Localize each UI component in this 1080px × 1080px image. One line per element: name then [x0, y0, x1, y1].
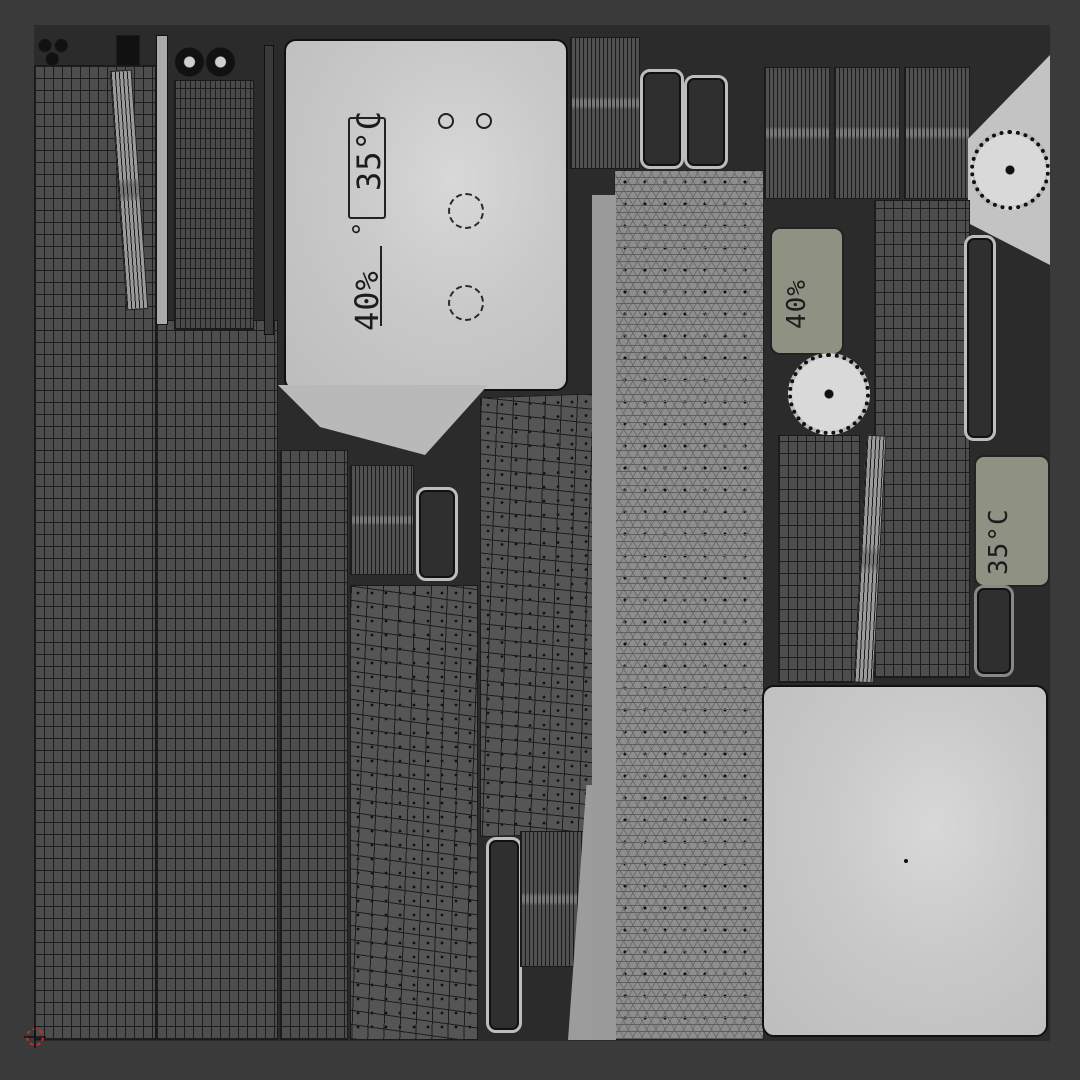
uv-island-slot-right — [964, 235, 996, 441]
uv-editor-viewport[interactable]: 35°C 40% ° 40% 35°C — [0, 0, 1080, 1080]
uv-island-top-strip-a — [174, 80, 254, 330]
uv-island-fan-right-c — [904, 67, 970, 199]
uv-island-slot-right-b — [974, 585, 1014, 677]
uv-island-wheel-top — [970, 130, 1050, 210]
uv-island-left-column-b — [156, 320, 278, 1040]
uv-island-wheels-small — [174, 43, 236, 81]
uv-island-fan-a — [350, 465, 414, 575]
side-temperature-readout: 35°C — [984, 508, 1014, 575]
uv-texture-canvas[interactable]: 35°C 40% ° 40% 35°C — [34, 25, 1050, 1041]
uv-island-fan-right-b — [834, 67, 900, 199]
uv-island-slot-b — [486, 837, 522, 1033]
uv-island-narrow-rail — [264, 45, 274, 335]
lcd-bracket — [348, 117, 386, 219]
uv-island-bolts — [36, 35, 72, 65]
uv-island-light-strip — [592, 195, 616, 1040]
uv-island-right-column-b — [778, 435, 860, 683]
uv-island-slot-a — [416, 487, 458, 581]
button-outline-top — [448, 193, 484, 229]
uv-island-slot-top-b — [684, 75, 728, 169]
uv-island-olive-panel-a: 40% — [770, 227, 844, 355]
uv-island-right-column-a — [874, 200, 970, 678]
mode-icon — [476, 113, 492, 129]
uv-island-olive-panel-b: 35°C — [974, 455, 1050, 587]
uv-island-hex-column — [614, 170, 764, 1040]
uv-island-fan-top — [570, 37, 640, 169]
side-humidity-readout: 40% — [782, 279, 812, 329]
uv-island-base-panel — [762, 685, 1048, 1037]
lcd-divider — [380, 246, 382, 326]
uv-island-wheel-mid — [788, 353, 870, 435]
uv-island-vertical-bar — [156, 35, 168, 325]
center-dot — [904, 859, 908, 863]
uv-island-light-wedge — [278, 385, 488, 455]
uv-island-mid-column — [280, 450, 348, 1040]
uv-island-wavy-a — [350, 585, 478, 1040]
degree-mark: ° — [348, 220, 378, 237]
button-outline-bottom — [448, 285, 484, 321]
2d-cursor-icon[interactable] — [24, 1026, 46, 1048]
uv-island-display-panel: 35°C 40% ° — [284, 39, 568, 391]
power-icon — [438, 113, 454, 129]
uv-island-fan-right-a — [764, 67, 830, 199]
uv-island-slot-top-a — [640, 69, 684, 169]
